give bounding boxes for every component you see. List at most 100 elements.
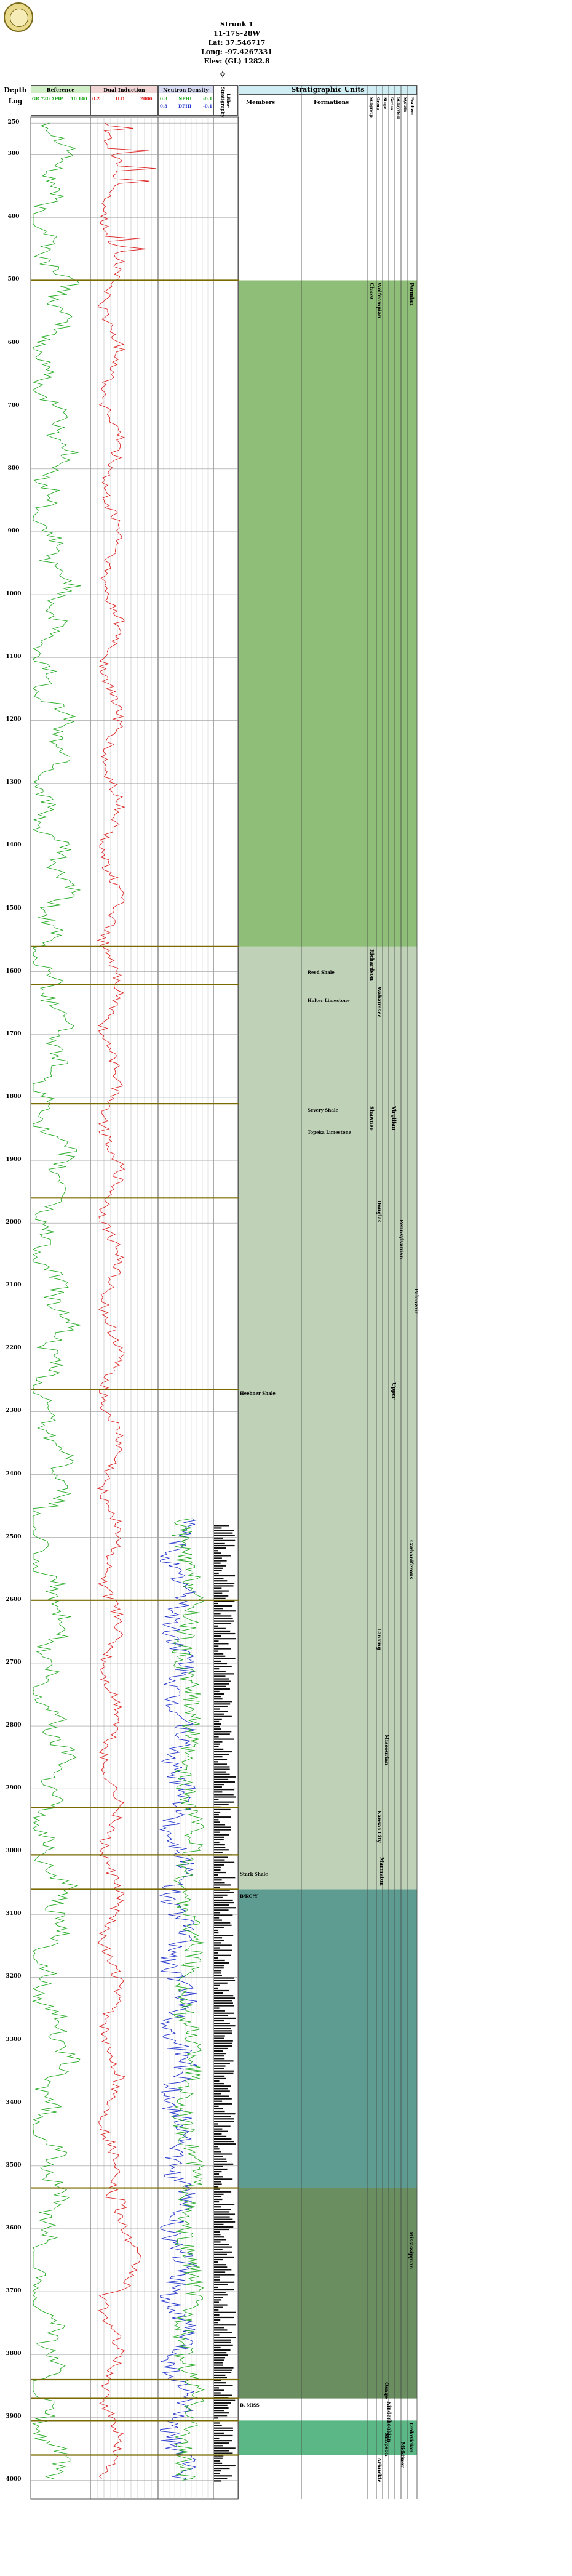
lithology-bar bbox=[214, 1829, 231, 1831]
lithology-bar bbox=[214, 2093, 221, 2095]
lithology-bar bbox=[214, 1866, 221, 1868]
lithology-bar bbox=[214, 2168, 228, 2170]
lithology-bar bbox=[214, 1929, 218, 1932]
lithology-bar bbox=[214, 2178, 233, 2180]
lithology-bar bbox=[214, 1942, 221, 1944]
lithology-bar bbox=[214, 2218, 233, 2220]
lithology-bar bbox=[214, 2005, 234, 2007]
lithology-bar bbox=[214, 1967, 224, 1969]
lithology-bar bbox=[214, 2369, 232, 2371]
lithology-bar bbox=[214, 2322, 218, 2324]
lithology-bar bbox=[214, 1997, 236, 1999]
lithology-bar bbox=[214, 2035, 225, 2037]
lithology-bar bbox=[214, 2279, 220, 2281]
depth-tick-label: 1600 bbox=[6, 968, 22, 974]
lithology-bar bbox=[214, 1726, 220, 1728]
lithology-bar bbox=[214, 2422, 220, 2424]
lithology-bar bbox=[214, 2362, 223, 2364]
lithology-bar bbox=[214, 2437, 220, 2439]
rank-label: Osage bbox=[384, 2381, 390, 2399]
lithology-bar bbox=[214, 2276, 220, 2278]
depth-tick-label: 400 bbox=[7, 214, 20, 220]
lithology-bar bbox=[214, 1899, 233, 1901]
lithology-bar bbox=[214, 2015, 229, 2016]
lithology-bar bbox=[214, 2105, 219, 2107]
lithology-bar bbox=[214, 1693, 224, 1695]
lithology-bar bbox=[214, 2432, 224, 2434]
rank-label: Douglas bbox=[376, 1200, 383, 1223]
lithology-bar bbox=[214, 2151, 221, 2153]
depth-tick-label: 2200 bbox=[6, 1345, 22, 1352]
lithology-bar bbox=[214, 2080, 220, 2082]
lithology-bar bbox=[214, 1970, 222, 1972]
lithology-bar bbox=[214, 2410, 224, 2412]
lithology-bar bbox=[214, 2404, 228, 2407]
lithology-bar bbox=[214, 2221, 236, 2223]
lithology-bar bbox=[214, 2045, 232, 2047]
lithology-bar bbox=[214, 1575, 236, 1577]
lithology-bar bbox=[214, 1824, 226, 1826]
rank-label: Arbuckle bbox=[376, 2457, 383, 2482]
lithology-bar bbox=[214, 2042, 232, 2044]
lithology-bar bbox=[214, 1720, 220, 1723]
rank-label: Wabaunsee bbox=[376, 987, 383, 1018]
lithology-bar bbox=[214, 1922, 231, 1924]
lithology-bar bbox=[214, 1560, 227, 1562]
lithology-bar bbox=[214, 1821, 220, 1823]
lithology-bar bbox=[214, 1597, 226, 1599]
lithology-bar bbox=[214, 1733, 230, 1735]
lithology-bar bbox=[214, 1783, 224, 1786]
rank-label: Simpson bbox=[384, 2432, 390, 2457]
lithology-bar bbox=[214, 2234, 221, 2236]
lithology-bar bbox=[214, 1718, 222, 1720]
lithology-bar bbox=[214, 2012, 234, 2014]
lithology-bar bbox=[214, 2223, 224, 2225]
lithology-bar bbox=[214, 2206, 221, 2208]
lithology-bar bbox=[214, 1794, 234, 1796]
rank-label: Upper bbox=[391, 1382, 397, 1400]
lithology-bar bbox=[214, 1630, 231, 1632]
lithology-bar bbox=[214, 2173, 220, 2175]
lithology-bar bbox=[214, 2020, 224, 2022]
rank-label: Paleozoic bbox=[413, 1288, 419, 1315]
lithology-bar bbox=[214, 1884, 231, 1886]
lithology-bar bbox=[214, 1592, 223, 1594]
lithology-bar bbox=[214, 1585, 234, 1587]
lithology-bar bbox=[214, 2327, 224, 2329]
lithology-bar bbox=[214, 2357, 226, 2359]
lithology-bar bbox=[214, 2284, 228, 2285]
lithology-bar bbox=[214, 2339, 231, 2341]
lithology-bar bbox=[214, 1658, 236, 1659]
lithology-bar bbox=[214, 2183, 222, 2185]
rank-label: Marmaton bbox=[379, 1857, 385, 1887]
lithology-bar bbox=[214, 1680, 231, 1682]
lithology-bar bbox=[214, 2359, 224, 2361]
depth-tick-label: 3100 bbox=[6, 1911, 22, 1917]
lithology-bar bbox=[214, 1989, 229, 1992]
lithology-bar bbox=[214, 1954, 231, 1956]
lithology-bar bbox=[214, 1947, 220, 1949]
lithology-bar bbox=[214, 2047, 228, 2050]
member-label: B. MISS bbox=[240, 2402, 260, 2408]
lithology-bar bbox=[214, 2407, 229, 2409]
depth-tick-label: 3400 bbox=[6, 2099, 22, 2106]
lithology-bar bbox=[214, 1713, 224, 1715]
lithology-bar bbox=[214, 1547, 226, 1549]
lithology-bar bbox=[214, 2385, 233, 2386]
lithology-bar bbox=[214, 2226, 234, 2228]
lithology-bar bbox=[214, 2148, 220, 2150]
lithology-bar bbox=[214, 1791, 223, 1793]
lithology-bar bbox=[214, 2209, 231, 2210]
lithology-bar bbox=[214, 1813, 219, 1816]
lithology-bar bbox=[214, 1894, 228, 1896]
lithology-bar bbox=[214, 2163, 234, 2165]
formation-label: Holter Limestone bbox=[308, 997, 350, 1003]
lithology-bar bbox=[214, 1957, 218, 1959]
neutron-curve bbox=[159, 1518, 198, 2481]
lithology-bar bbox=[214, 2055, 224, 2057]
lithology-bar bbox=[214, 1711, 228, 1712]
depth-tick-label: 2800 bbox=[6, 1722, 22, 1729]
lithology-bar bbox=[214, 2450, 229, 2452]
lithology-bar bbox=[214, 2281, 235, 2283]
lithology-bar bbox=[214, 2427, 233, 2429]
